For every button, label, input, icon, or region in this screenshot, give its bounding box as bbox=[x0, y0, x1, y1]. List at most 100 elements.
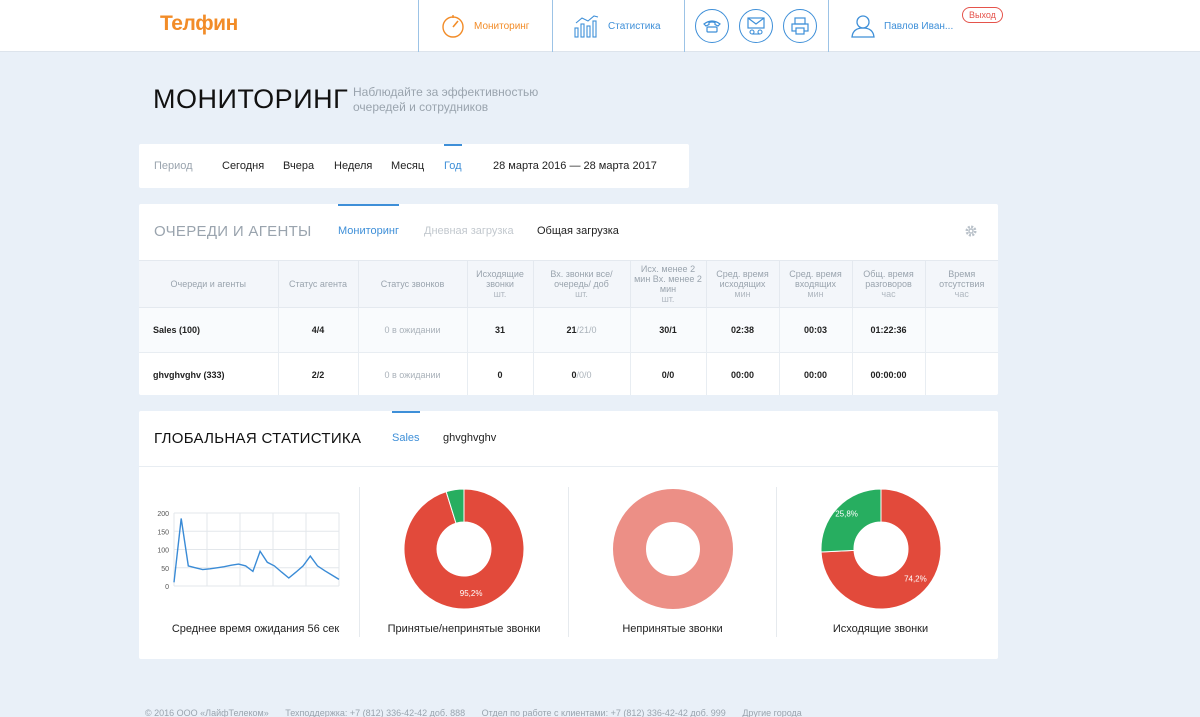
nav-monitoring[interactable]: Мониторинг bbox=[440, 0, 529, 52]
voicemail-button[interactable] bbox=[739, 9, 773, 43]
nav-statistics-label: Статистика bbox=[608, 20, 661, 32]
period-date-range[interactable]: 28 марта 2016 — 28 марта 2017 bbox=[493, 160, 657, 172]
data-label: 74,2% bbox=[904, 575, 927, 584]
agent-status: 4/4 bbox=[278, 307, 359, 353]
gear-icon[interactable] bbox=[964, 224, 978, 238]
fax-icon bbox=[791, 17, 809, 35]
global-stats-title: ГЛОБАЛЬНАЯ СТАТИСТИКА bbox=[154, 430, 362, 447]
total-talk-time: 01:22:36 bbox=[852, 307, 926, 353]
column-header: Исх. менее 2 мин Вх. менее 2 мин шт. bbox=[630, 260, 707, 308]
column-header: Статус агента bbox=[278, 260, 359, 308]
tab-total-load[interactable]: Общая загрузка bbox=[537, 204, 619, 258]
queue-name[interactable]: ghvghvghv (333) bbox=[139, 352, 279, 395]
page-title: МОНИТОРИНГ bbox=[153, 84, 349, 114]
logout-button[interactable]: Выход bbox=[962, 7, 1003, 23]
y-tick-label: 200 bbox=[157, 511, 169, 518]
column-header: Сред. время исходящих мин bbox=[706, 260, 780, 308]
y-tick-label: 50 bbox=[161, 566, 169, 573]
column-header: Сред. время входящих мин bbox=[779, 260, 853, 308]
missed-calls-donut bbox=[613, 489, 733, 609]
chart-caption: Среднее время ожидания 56 сек bbox=[171, 623, 340, 635]
phone-button[interactable] bbox=[695, 9, 729, 43]
period-option-year[interactable]: Год bbox=[444, 144, 462, 188]
user-icon bbox=[851, 15, 875, 38]
incoming-calls: 21/21/0 bbox=[533, 307, 631, 353]
footer-copyright: © 2016 ООО «ЛайфТелеком» bbox=[145, 708, 269, 717]
queues-table: Очереди и агенты Статус агента Статус зв… bbox=[139, 260, 998, 395]
column-header: Время отсутствия час bbox=[925, 260, 998, 308]
call-status: 0 в ожидании bbox=[358, 352, 468, 395]
nav-divider bbox=[418, 0, 419, 52]
queues-card: ОЧЕРЕДИ И АГЕНТЫ Мониторинг Дневная загр… bbox=[139, 204, 998, 395]
y-tick-label: 150 bbox=[157, 529, 169, 536]
tab-monitoring[interactable]: Мониторинг bbox=[338, 204, 400, 258]
divider bbox=[139, 466, 998, 467]
table-row[interactable]: ghvghvghv (333) 2/2 0 в ожидании 0 0/0/0… bbox=[139, 352, 998, 395]
nav-monitoring-label: Мониторинг bbox=[474, 20, 530, 32]
column-header: Общ. время разговоров час bbox=[852, 260, 926, 308]
short-calls: 0/0 bbox=[630, 352, 707, 395]
divider bbox=[359, 487, 360, 637]
nav-statistics[interactable]: Статистика bbox=[574, 0, 661, 52]
call-status: 0 в ожидании bbox=[358, 307, 468, 353]
queue-name[interactable]: Sales (100) bbox=[139, 307, 279, 353]
outgoing-calls: 0 bbox=[467, 352, 534, 395]
short-calls: 30/1 bbox=[630, 307, 707, 353]
outgoing-calls: 31 bbox=[467, 307, 534, 353]
period-option-today[interactable]: Сегодня bbox=[222, 144, 264, 188]
tab-sales[interactable]: Sales bbox=[392, 411, 420, 466]
user-name: Павлов Иван... bbox=[884, 20, 954, 32]
avg-outgoing-time: 02:38 bbox=[706, 307, 780, 353]
period-option-week[interactable]: Неделя bbox=[334, 144, 372, 188]
tab-daily-load[interactable]: Дневная загрузка bbox=[424, 204, 514, 258]
column-header: Очереди и агенты bbox=[139, 260, 279, 308]
period-option-month[interactable]: Месяц bbox=[391, 144, 424, 188]
nav-divider bbox=[552, 0, 553, 52]
column-header: Исходящие звонки шт. bbox=[467, 260, 534, 308]
chart-caption: Исходящие звонки bbox=[832, 623, 929, 635]
data-label: 25,8% bbox=[835, 509, 858, 518]
page-subtitle: Наблюдайте за эффективностью очередей и … bbox=[353, 85, 539, 114]
accepted-missed-donut: 95,2% bbox=[403, 488, 525, 610]
logo[interactable]: Телфин bbox=[160, 12, 238, 36]
donut-slice bbox=[613, 489, 733, 609]
absence-time bbox=[925, 307, 998, 353]
gauge-icon bbox=[442, 15, 464, 38]
tab-ghvghvghv[interactable]: ghvghvghv bbox=[443, 411, 496, 466]
column-header: Вх. звонки все/ очередь/ доб шт. bbox=[533, 260, 631, 308]
chart-caption: Непринятые звонки bbox=[622, 623, 723, 635]
y-tick-label: 100 bbox=[157, 548, 169, 555]
bar-chart-icon bbox=[574, 15, 599, 38]
queues-title: ОЧЕРЕДИ И АГЕНТЫ bbox=[154, 223, 312, 240]
footer: © 2016 ООО «ЛайфТелеком» Техподдержка: +… bbox=[145, 708, 816, 717]
period-label: Период bbox=[154, 160, 193, 172]
outgoing-calls-donut: 74,2% 25,8% bbox=[820, 488, 942, 610]
total-talk-time: 00:00:00 bbox=[852, 352, 926, 395]
data-label: 95,2% bbox=[460, 589, 483, 598]
absence-time bbox=[925, 352, 998, 395]
period-selector: Период Сегодня Вчера Неделя Месяц Год 28… bbox=[139, 144, 689, 188]
column-header: Статус звонков bbox=[358, 260, 468, 308]
period-option-yesterday[interactable]: Вчера bbox=[283, 144, 314, 188]
avg-incoming-time: 00:03 bbox=[779, 307, 853, 353]
table-row[interactable]: Sales (100) 4/4 0 в ожидании 31 21/21/0 … bbox=[139, 307, 998, 353]
series-line bbox=[173, 518, 340, 583]
global-stats-card: ГЛОБАЛЬНАЯ СТАТИСТИКА Sales ghvghvghv 0 5… bbox=[139, 411, 998, 659]
user-menu[interactable]: Павлов Иван... bbox=[850, 0, 953, 52]
footer-support[interactable]: Техподдержка: +7 (812) 336-42-42 доб. 88… bbox=[285, 708, 465, 717]
phone-icon bbox=[703, 20, 721, 33]
nav-divider bbox=[684, 0, 685, 52]
footer-clients[interactable]: Отдел по работе с клиентами: +7 (812) 33… bbox=[482, 708, 726, 717]
divider bbox=[568, 487, 569, 637]
avg-incoming-time: 00:00 bbox=[779, 352, 853, 395]
avg-outgoing-time: 00:00 bbox=[706, 352, 780, 395]
top-bar: Телфин Мониторинг Статистика Павлов Иван… bbox=[0, 0, 1200, 52]
nav-divider bbox=[828, 0, 829, 52]
footer-other-cities[interactable]: Другие города bbox=[742, 708, 801, 717]
voicemail-icon bbox=[747, 17, 765, 35]
table-header-row: Очереди и агенты Статус агента Статус зв… bbox=[139, 260, 998, 308]
fax-button[interactable] bbox=[783, 9, 817, 43]
agent-status: 2/2 bbox=[278, 352, 359, 395]
avg-wait-line-chart: 0 50 100 150 200 bbox=[157, 511, 340, 591]
chart-caption: Принятые/непринятые звонки bbox=[387, 623, 541, 635]
